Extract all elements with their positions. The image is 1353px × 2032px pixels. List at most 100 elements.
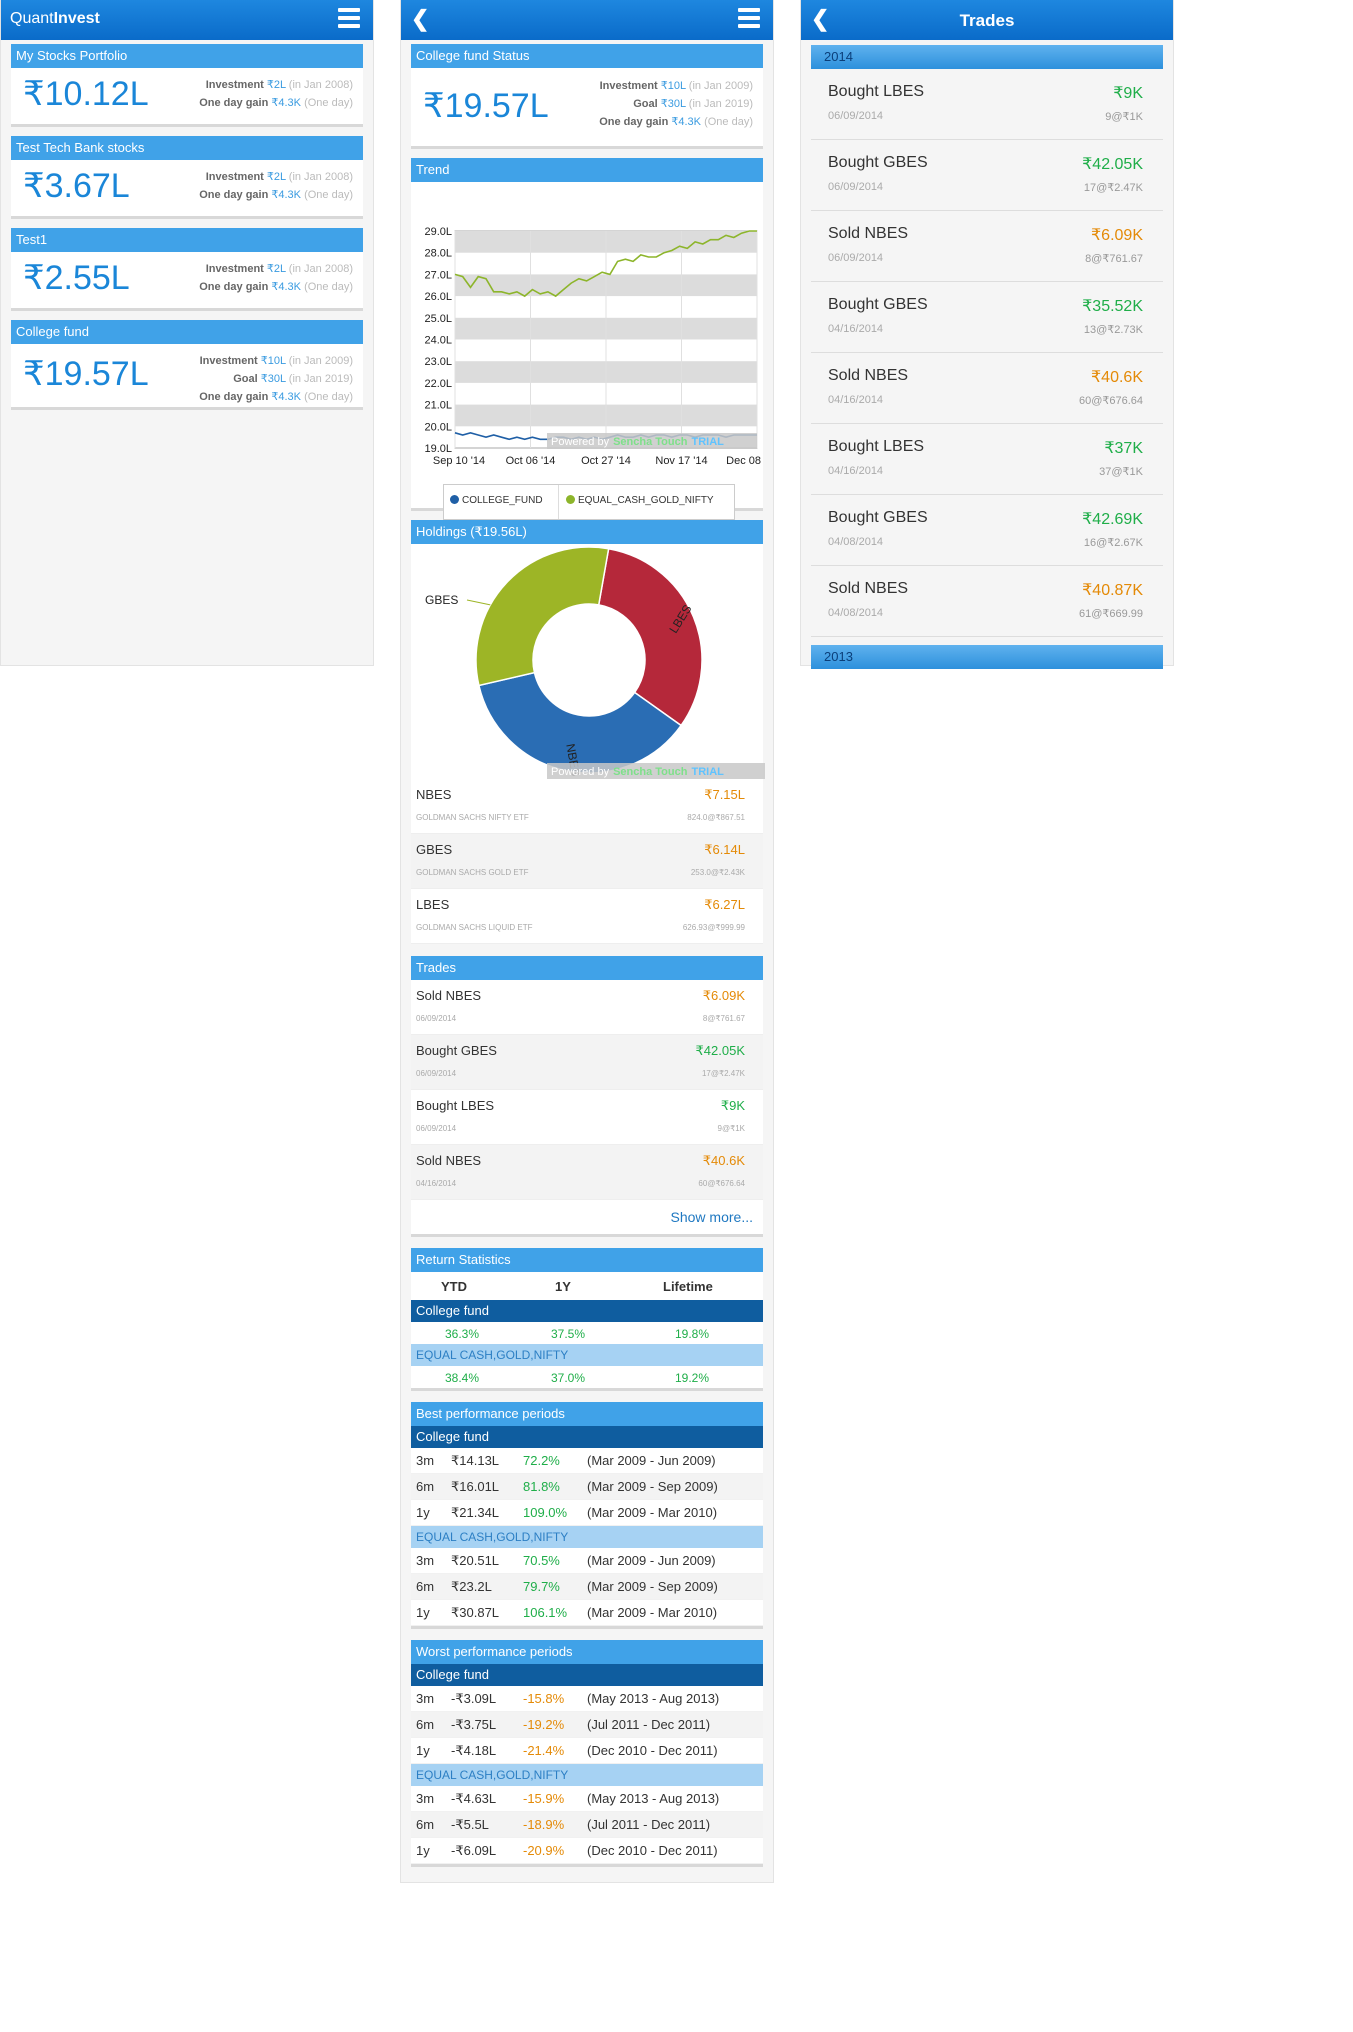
portfolio-card[interactable]: My Stocks Portfolio ₹10.12L Investment ₹2L… bbox=[11, 44, 363, 127]
trade-row[interactable]: Sold NBES 04/08/2014 ₹40.87K 61@₹669.99 bbox=[811, 566, 1163, 637]
fund-details: Investment ₹2L (in Jan 2008) One day gain… bbox=[199, 260, 353, 296]
trade-name: Bought LBES bbox=[416, 1098, 495, 1113]
detail-label: One day gain bbox=[199, 189, 269, 201]
trade-row[interactable]: Sold NBES 06/09/2014 ₹6.09K 8@₹761.67 bbox=[811, 211, 1163, 282]
perf-row: 1y -₹4.18L -21.4% (Dec 2010 - Dec 2011) bbox=[411, 1738, 763, 1764]
trade-date: 04/16/2014 bbox=[828, 465, 884, 477]
trade-amount: ₹42.05K bbox=[1082, 156, 1143, 173]
trade-row[interactable]: Bought GBES 04/16/2014 ₹35.52K 13@₹2.73K bbox=[811, 282, 1163, 353]
app-brand: QuantInvest bbox=[10, 10, 100, 28]
y-tick-label: 21.0L bbox=[424, 400, 452, 412]
trade-date: 04/16/2014 bbox=[828, 323, 884, 335]
trade-row[interactable]: Bought GBES 06/09/2014 ₹42.05K 17@₹2.47K bbox=[811, 140, 1163, 211]
year-header-2013: 2013 bbox=[811, 645, 1163, 669]
perf-period: 1y bbox=[416, 1505, 430, 1520]
perf-percent: 72.2% bbox=[523, 1453, 560, 1468]
trade-quantity: 8@₹761.67 bbox=[702, 1014, 745, 1023]
detail-value: ₹10L bbox=[260, 355, 286, 367]
portfolio-body: ₹10.12L Investment ₹2L (in Jan 2008) One d… bbox=[11, 68, 363, 127]
menu-icon[interactable] bbox=[338, 8, 360, 32]
return-statistics-title: Return Statistics bbox=[411, 1248, 763, 1272]
x-tick-label: Dec 08 bbox=[726, 455, 761, 467]
perf-value: ₹23.2L bbox=[451, 1579, 492, 1594]
rs-group-college: College fund bbox=[411, 1300, 763, 1322]
trade-row[interactable]: Sold NBES 06/09/2014 ₹6.09K 8@₹761.67 bbox=[411, 980, 763, 1035]
y-tick-label: 22.0L bbox=[424, 378, 452, 390]
donut-slice-gbes[interactable] bbox=[475, 546, 610, 687]
portfolio-value: ₹10.12L bbox=[23, 75, 149, 113]
perf-row: 3m ₹14.13L 72.2% (Mar 2009 - Jun 2009) bbox=[411, 1448, 763, 1474]
top-bar: ❮ Trades bbox=[801, 0, 1173, 40]
perf-range: (May 2013 - Aug 2013) bbox=[587, 1791, 720, 1806]
perf-value: -₹4.63L bbox=[451, 1791, 497, 1806]
top-bar: ❮ bbox=[401, 0, 773, 40]
detail-label: Investment bbox=[205, 263, 264, 275]
svg-text:Powered bySencha TouchTRIAL: Powered by Sencha Touch TRIAL bbox=[551, 436, 724, 448]
holding-name: LBES bbox=[416, 897, 450, 912]
trade-name: Sold NBES bbox=[828, 367, 909, 384]
back-icon[interactable]: ❮ bbox=[411, 8, 429, 30]
perf-period: 3m bbox=[416, 1453, 435, 1468]
trade-row[interactable]: Sold NBES 04/16/2014 ₹40.6K 60@₹676.64 bbox=[411, 1145, 763, 1200]
perf-range: (Mar 2009 - Mar 2010) bbox=[587, 1505, 718, 1520]
portfolio-value: ₹2.55L bbox=[23, 259, 130, 297]
perf-row: 1y ₹21.34L 109.0% (Mar 2009 - Mar 2010) bbox=[411, 1500, 763, 1526]
trade-amount: ₹40.6K bbox=[702, 1153, 745, 1168]
holding-quantity: 626.93@₹999.99 bbox=[682, 923, 745, 932]
perf-group-header: EQUAL CASH,GOLD,NIFTY bbox=[411, 1526, 763, 1548]
detail-label: Investment bbox=[205, 79, 264, 91]
trade-quantity: 17@₹2.47K bbox=[701, 1069, 745, 1078]
trade-date: 04/08/2014 bbox=[828, 536, 884, 548]
perf-range: (Mar 2009 - Sep 2009) bbox=[587, 1579, 718, 1594]
y-tick-label: 28.0L bbox=[424, 248, 452, 260]
trade-amount: ₹42.69K bbox=[1082, 511, 1143, 528]
holding-row[interactable]: NBES GOLDMAN SACHS NIFTY ETF ₹7.15L 824.0@₹… bbox=[411, 779, 763, 834]
perf-range: (Jul 2011 - Dec 2011) bbox=[587, 1817, 711, 1832]
show-more-link[interactable]: Show more... bbox=[411, 1200, 763, 1234]
portfolio-card[interactable]: Test Tech Bank stocks ₹3.67L Investment ₹2… bbox=[11, 136, 363, 219]
fund-details: Investment ₹10L (in Jan 2009) Goal ₹30L (… bbox=[599, 77, 753, 131]
legend-item-equal[interactable]: EQUAL_CASH_GOLD_NIFTY bbox=[566, 495, 714, 506]
perf-period: 1y bbox=[416, 1605, 430, 1620]
trade-quantity: 60@₹676.64 bbox=[1078, 395, 1143, 407]
trade-name: Bought GBES bbox=[828, 509, 928, 526]
detail-row: One day gain ₹4.3K (One day) bbox=[199, 186, 353, 204]
detail-value: ₹30L bbox=[260, 373, 286, 385]
detail-value: ₹4.3K bbox=[271, 281, 302, 293]
perf-period: 3m bbox=[416, 1553, 435, 1568]
trade-row[interactable]: Bought LBES 06/09/2014 ₹9K 9@₹1K bbox=[411, 1090, 763, 1145]
detail-row: Investment ₹2L (in Jan 2008) bbox=[199, 76, 353, 94]
trade-row[interactable]: Bought LBES 06/09/2014 ₹9K 9@₹1K bbox=[811, 69, 1163, 140]
portfolio-card[interactable]: Test1 ₹2.55L Investment ₹2L (in Jan 2008) O… bbox=[11, 228, 363, 311]
detail-value: ₹4.3K bbox=[271, 391, 302, 403]
trade-row[interactable]: Bought LBES 04/16/2014 ₹37K 37@₹1K bbox=[811, 424, 1163, 495]
perf-period: 6m bbox=[416, 1579, 435, 1594]
legend-item-college[interactable]: COLLEGE_FUND bbox=[450, 495, 543, 506]
trade-quantity: 9@₹1K bbox=[1105, 111, 1143, 123]
detail-value: ₹4.3K bbox=[271, 97, 302, 109]
brand-plain: Quant bbox=[10, 10, 54, 27]
slice-leader-line bbox=[466, 599, 491, 606]
menu-icon[interactable] bbox=[738, 8, 760, 32]
trade-row[interactable]: Bought GBES 06/09/2014 ₹42.05K 17@₹2.47K bbox=[411, 1035, 763, 1090]
portfolio-card[interactable]: College fund ₹19.57L Investment ₹10L (in J… bbox=[11, 320, 363, 410]
detail-row: Goal ₹30L (in Jan 2019) bbox=[199, 370, 353, 388]
holding-fund-name: GOLDMAN SACHS NIFTY ETF bbox=[416, 813, 529, 822]
fund-details: Investment ₹10L (in Jan 2009) Goal ₹30L (… bbox=[199, 352, 353, 406]
recent-trades-title: Trades bbox=[411, 956, 763, 980]
trade-amount: ₹37K bbox=[1104, 440, 1143, 457]
fund-value: ₹19.57L bbox=[423, 87, 549, 125]
holding-row[interactable]: LBES GOLDMAN SACHS LIQUID ETF ₹6.27L 626.93… bbox=[411, 889, 763, 944]
perf-range: (Mar 2009 - Jun 2009) bbox=[587, 1553, 716, 1568]
perf-value: ₹16.01L bbox=[451, 1479, 500, 1494]
perf-percent: -18.9% bbox=[523, 1817, 565, 1832]
trade-row[interactable]: Bought GBES 04/08/2014 ₹42.69K 16@₹2.67K bbox=[811, 495, 1163, 566]
holding-row[interactable]: GBES GOLDMAN SACHS GOLD ETF ₹6.14L 253.0@₹2… bbox=[411, 834, 763, 889]
trade-amount: ₹6.09K bbox=[1091, 227, 1143, 244]
perf-percent: 106.1% bbox=[523, 1605, 568, 1620]
trade-row[interactable]: Sold NBES 04/16/2014 ₹40.6K 60@₹676.64 bbox=[811, 353, 1163, 424]
perf-period: 6m bbox=[416, 1717, 435, 1732]
donut-slice-lbes[interactable] bbox=[597, 547, 703, 727]
y-tick-label: 25.0L bbox=[424, 313, 452, 325]
detail-note: (One day) bbox=[304, 391, 353, 403]
